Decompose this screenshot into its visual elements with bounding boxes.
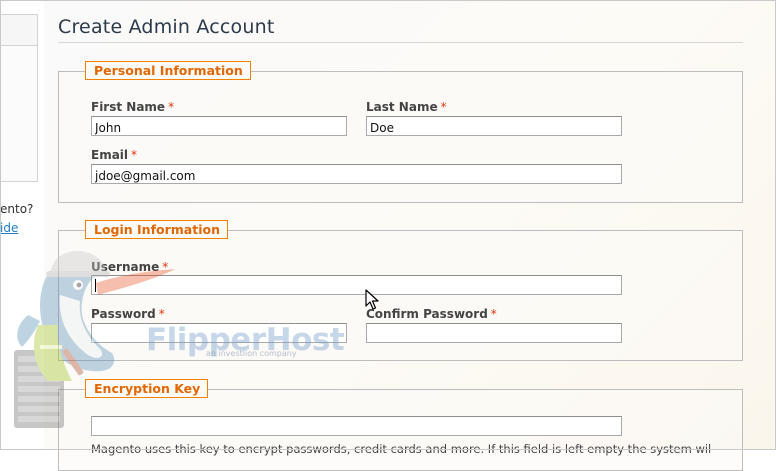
email-label: Email *: [91, 148, 137, 162]
first-name-label-text: First Name: [91, 100, 166, 114]
required-marker: *: [490, 307, 497, 321]
confirm-password-label: Confirm Password *: [366, 307, 497, 321]
username-input[interactable]: [91, 275, 622, 295]
username-label-text: Username: [91, 260, 160, 274]
password-label-text: Password: [91, 307, 156, 321]
text-caret: [95, 279, 96, 292]
required-marker: *: [440, 100, 447, 114]
title-divider: [58, 42, 743, 43]
login-information-legend: Login Information: [85, 220, 228, 239]
required-marker: *: [131, 148, 138, 162]
last-name-input[interactable]: [366, 116, 622, 136]
mouse-pointer-icon: [365, 289, 379, 310]
encryption-key-note: Magento uses this key to encrypt passwor…: [91, 442, 711, 456]
personal-information-legend: Personal Information: [85, 61, 251, 80]
email-label-text: Email: [91, 148, 129, 162]
sidebar-panel-header: [0, 15, 37, 46]
main-content: Create Admin Account Personal Informatio…: [44, 0, 776, 471]
page-title: Create Admin Account: [58, 16, 275, 38]
last-name-label: Last Name *: [366, 100, 447, 114]
confirm-password-input[interactable]: [366, 323, 622, 343]
last-name-label-text: Last Name: [366, 100, 438, 114]
required-marker: *: [158, 307, 165, 321]
watermark-tagline: an investlion company: [206, 349, 297, 358]
encryption-key-fieldset: Encryption Key: [58, 379, 743, 471]
required-marker: *: [162, 260, 169, 274]
username-label: Username *: [91, 260, 168, 274]
email-input[interactable]: [91, 164, 622, 184]
first-name-input[interactable]: [91, 116, 347, 136]
required-marker: *: [168, 100, 175, 114]
personal-information-fieldset: Personal Information First Name* Last Na…: [58, 61, 743, 203]
first-name-label: First Name *: [91, 100, 174, 114]
encryption-key-input[interactable]: [91, 416, 622, 436]
sidebar-guide-link[interactable]: ide: [0, 221, 18, 235]
confirm-password-label-text: Confirm Password: [366, 307, 488, 321]
password-label: Password *: [91, 307, 165, 321]
sidebar-panel: [0, 14, 38, 182]
sidebar-question-text: ento?: [0, 202, 34, 216]
encryption-key-legend: Encryption Key: [85, 379, 209, 398]
